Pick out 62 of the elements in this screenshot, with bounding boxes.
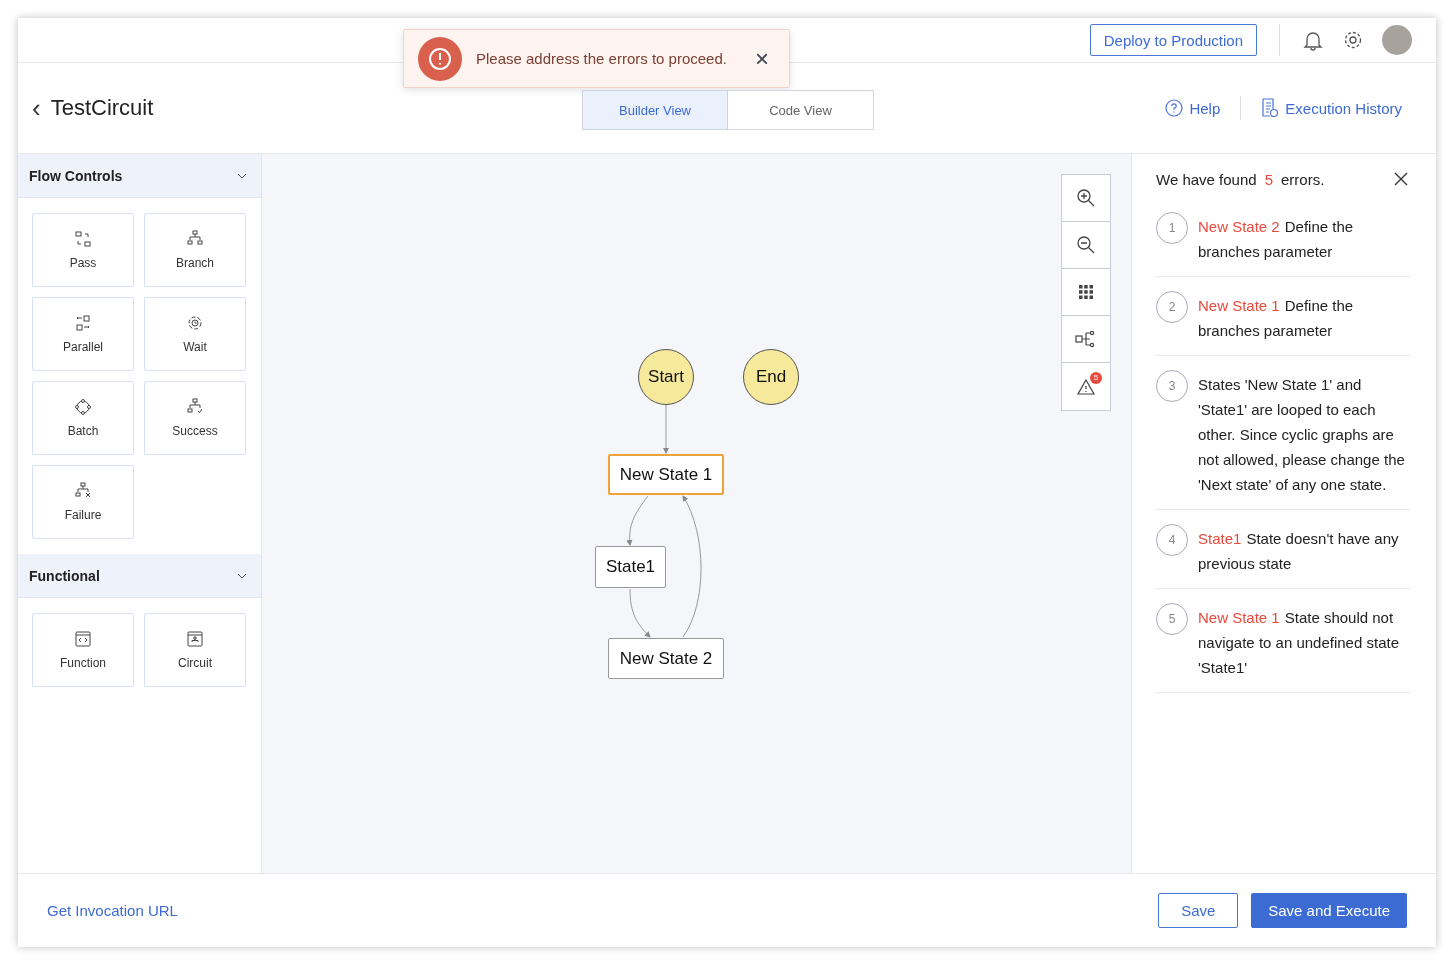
section-header[interactable]: Flow Controls xyxy=(18,154,261,198)
component-tile[interactable]: Function xyxy=(32,613,134,687)
error-message: New State 2 Define the branches parameter xyxy=(1198,217,1355,262)
section-title: Functional xyxy=(29,567,100,584)
toast-message: Please address the errors to proceed. xyxy=(476,50,728,67)
terminal-node[interactable]: Start xyxy=(638,349,694,405)
state-node[interactable]: New State 2 xyxy=(608,638,724,679)
grid-icon xyxy=(1078,284,1094,300)
execution-history-link[interactable]: Execution History xyxy=(1285,99,1402,117)
save-and-execute-button[interactable]: Save and Execute xyxy=(1251,893,1407,928)
close-button[interactable]: × xyxy=(753,46,771,71)
zoom-in-icon xyxy=(1076,188,1096,208)
error-message: New State 1 State should not navigate to an undefined state 'State1' xyxy=(1198,608,1400,678)
parallel-icon xyxy=(74,314,92,332)
back-button[interactable]: ‹ xyxy=(26,92,47,124)
connector-arrow xyxy=(663,404,669,454)
view-tab[interactable]: Code View xyxy=(728,90,874,130)
zoom-out-icon xyxy=(1076,235,1096,255)
alert-icon xyxy=(418,36,462,81)
circuit-icon xyxy=(186,630,204,648)
state-node[interactable]: State1 xyxy=(595,546,666,588)
view-tab[interactable]: Builder View xyxy=(582,90,728,130)
error-message: States 'New State 1' and 'State1' are looped to each other. Since cyclic graphs are not allowed, please change the 'Next state' of any one state. xyxy=(1198,375,1406,495)
count-badge: 5 xyxy=(1090,371,1102,384)
error-message: New State 1 Define the branches parameter xyxy=(1198,296,1355,341)
errors-summary: We have found xyxy=(1156,170,1257,188)
deploy-button[interactable]: Deploy to Production xyxy=(1089,24,1257,56)
error-count: 5 xyxy=(1264,170,1273,188)
page-title: TestCircuit xyxy=(50,95,154,121)
connector-arrow xyxy=(626,495,649,546)
pass-icon xyxy=(74,230,92,248)
section-title: Flow Controls xyxy=(29,167,123,184)
close-button[interactable] xyxy=(1392,170,1410,188)
component-tile[interactable]: Circuit xyxy=(144,613,246,687)
state-node[interactable]: New State 1 xyxy=(608,454,724,495)
errors-summary: errors. xyxy=(1281,170,1325,188)
help-icon xyxy=(1165,99,1184,117)
branch-icon xyxy=(186,230,204,248)
error-message: State1 State doesn't have any previous state xyxy=(1198,529,1400,574)
section-header[interactable]: Functional xyxy=(18,554,261,598)
node-tree-icon xyxy=(1075,330,1097,348)
warning-icon xyxy=(1076,377,1096,396)
settings-icon[interactable] xyxy=(1342,29,1364,51)
component-tile[interactable]: Success xyxy=(144,381,246,455)
component-tile[interactable]: Branch xyxy=(144,213,246,287)
help-link[interactable]: Help xyxy=(1189,99,1221,117)
function-icon xyxy=(74,630,92,648)
component-tile[interactable]: Pass xyxy=(32,213,134,287)
failure-icon xyxy=(74,482,92,500)
component-tile[interactable]: Parallel xyxy=(32,297,134,371)
component-tile[interactable]: Wait xyxy=(144,297,246,371)
save-button[interactable]: Save xyxy=(1158,893,1239,928)
terminal-node[interactable]: End xyxy=(743,349,799,405)
document-icon xyxy=(1261,98,1280,118)
component-tile[interactable]: Failure xyxy=(32,465,134,539)
invocation-url-link[interactable]: Get Invocation URL xyxy=(47,902,178,919)
notification-bell-icon[interactable] xyxy=(1302,29,1324,51)
wait-icon xyxy=(186,314,204,332)
component-tile[interactable]: Batch xyxy=(32,381,134,455)
batch-icon xyxy=(74,398,92,416)
success-icon xyxy=(186,398,204,416)
connector-arrow xyxy=(629,588,651,638)
